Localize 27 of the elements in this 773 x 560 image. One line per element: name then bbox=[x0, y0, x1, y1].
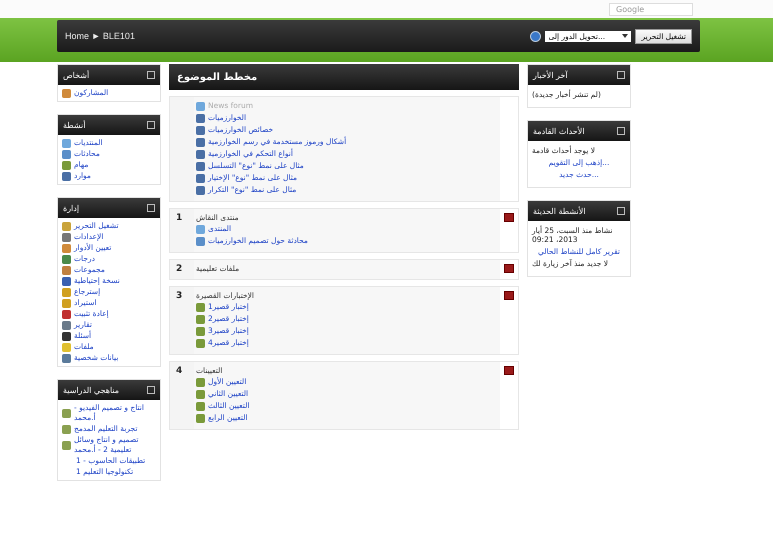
highlight-marker-icon[interactable] bbox=[504, 366, 514, 375]
breadcrumb[interactable]: Home ► BLE101 bbox=[65, 31, 135, 41]
section-number: 4 bbox=[176, 366, 182, 376]
help-icon[interactable] bbox=[530, 30, 542, 42]
collapse-icon[interactable] bbox=[617, 127, 625, 135]
section-number: 1 bbox=[176, 213, 182, 223]
collapse-icon[interactable] bbox=[147, 71, 155, 79]
block-title: آخر الأخبار bbox=[533, 70, 568, 80]
collapse-icon[interactable] bbox=[617, 71, 625, 79]
collapse-icon[interactable] bbox=[147, 121, 155, 129]
activity-icon bbox=[62, 88, 71, 98]
caret-icon bbox=[622, 34, 628, 38]
collapse-icon[interactable] bbox=[147, 204, 155, 212]
topic-outline-title: مخطط الموضوع bbox=[177, 72, 258, 82]
block-title: أنشطة bbox=[63, 120, 86, 130]
collapse-icon[interactable] bbox=[147, 386, 155, 394]
collapse-icon[interactable] bbox=[617, 207, 625, 215]
block-title: الأنشطة الحديثة bbox=[533, 206, 586, 216]
highlight-marker-icon[interactable] bbox=[504, 213, 514, 222]
section-number: 3 bbox=[176, 291, 182, 301]
block-title: إدارة bbox=[63, 204, 80, 212]
highlight-marker-icon[interactable] bbox=[504, 264, 514, 273]
block-title: الأحداث القادمة bbox=[533, 126, 585, 136]
block-title: أشخاص bbox=[63, 70, 90, 80]
section-number: 2 bbox=[176, 264, 182, 274]
highlight-marker-icon[interactable] bbox=[504, 291, 514, 300]
block-title: مناهجي الدراسية bbox=[63, 386, 120, 394]
